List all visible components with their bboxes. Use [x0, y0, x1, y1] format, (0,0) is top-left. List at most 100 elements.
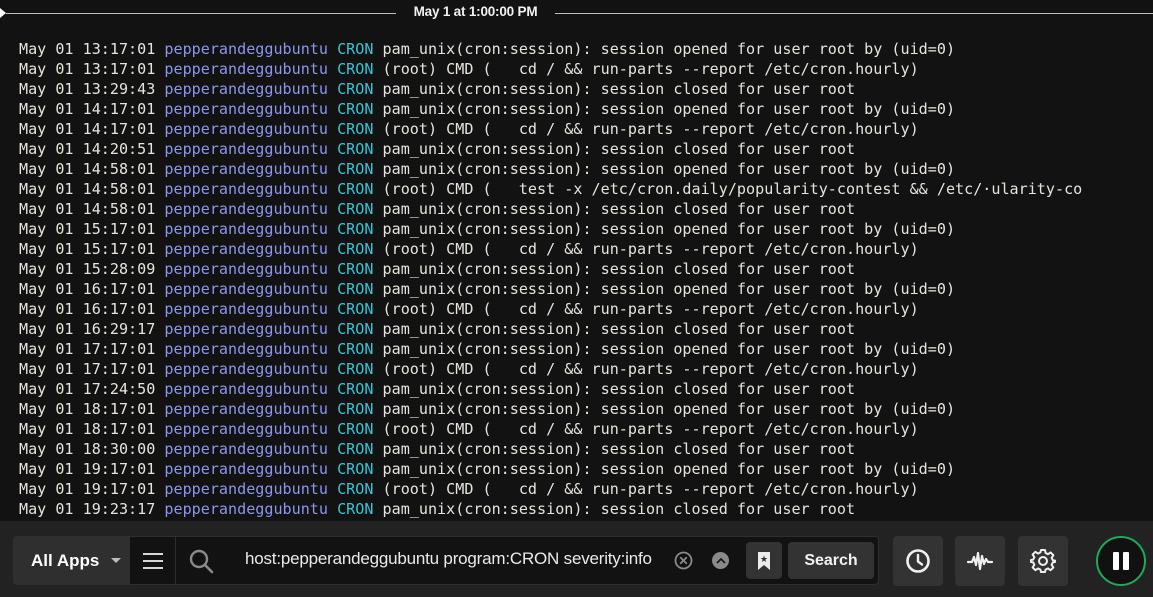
log-row[interactable]: May 01 18:30:00 pepperandeggubuntu CRON …: [19, 439, 1153, 459]
log-program[interactable]: CRON: [337, 500, 373, 518]
log-row[interactable]: May 01 14:58:01 pepperandeggubuntu CRON …: [19, 179, 1153, 199]
settings-button[interactable]: [1018, 536, 1068, 586]
log-row[interactable]: May 01 14:17:01 pepperandeggubuntu CRON …: [19, 99, 1153, 119]
log-row[interactable]: May 01 14:58:01 pepperandeggubuntu CRON …: [19, 199, 1153, 219]
log-program[interactable]: CRON: [337, 180, 373, 198]
log-host[interactable]: pepperandeggubuntu: [164, 300, 328, 318]
log-host[interactable]: pepperandeggubuntu: [164, 360, 328, 378]
log-row[interactable]: May 01 17:24:50 pepperandeggubuntu CRON …: [19, 379, 1153, 399]
chevron-up-circle-icon[interactable]: [712, 552, 729, 569]
log-row[interactable]: May 01 15:17:01 pepperandeggubuntu CRON …: [19, 219, 1153, 239]
log-row[interactable]: May 01 14:17:01 pepperandeggubuntu CRON …: [19, 119, 1153, 139]
log-row[interactable]: May 01 17:17:01 pepperandeggubuntu CRON …: [19, 359, 1153, 379]
log-row[interactable]: May 01 13:17:01 pepperandeggubuntu CRON …: [19, 59, 1153, 79]
log-program[interactable]: CRON: [337, 260, 373, 278]
log-host[interactable]: pepperandeggubuntu: [164, 200, 328, 218]
log-host[interactable]: pepperandeggubuntu: [164, 220, 328, 238]
log-row[interactable]: May 01 18:17:01 pepperandeggubuntu CRON …: [19, 419, 1153, 439]
log-row[interactable]: May 01 19:17:01 pepperandeggubuntu CRON …: [19, 479, 1153, 499]
log-program[interactable]: CRON: [337, 220, 373, 238]
log-host[interactable]: pepperandeggubuntu: [164, 240, 328, 258]
log-host[interactable]: pepperandeggubuntu: [164, 80, 328, 98]
time-button[interactable]: [893, 536, 943, 586]
log-row[interactable]: May 01 18:17:01 pepperandeggubuntu CRON …: [19, 399, 1153, 419]
log-host[interactable]: pepperandeggubuntu: [164, 120, 328, 138]
log-row[interactable]: May 01 19:23:17 pepperandeggubuntu CRON …: [19, 499, 1153, 519]
log-host[interactable]: pepperandeggubuntu: [164, 480, 328, 498]
log-program[interactable]: CRON: [337, 160, 373, 178]
log-host[interactable]: pepperandeggubuntu: [164, 140, 328, 158]
log-timestamp: May 01 18:30:00: [19, 440, 156, 458]
log-message: pam_unix(cron:session): session opened f…: [382, 40, 956, 58]
menu-button[interactable]: [130, 537, 176, 584]
log-timestamp: May 01 16:29:17: [19, 320, 156, 338]
log-program[interactable]: CRON: [337, 100, 373, 118]
log-host[interactable]: pepperandeggubuntu: [164, 320, 328, 338]
log-row[interactable]: May 01 16:29:17 pepperandeggubuntu CRON …: [19, 319, 1153, 339]
timeline-divider: [6, 13, 396, 14]
log-program[interactable]: CRON: [337, 480, 373, 498]
log-message: pam_unix(cron:session): session closed f…: [382, 200, 856, 218]
log-row[interactable]: May 01 15:28:09 pepperandeggubuntu CRON …: [19, 259, 1153, 279]
search-input[interactable]: host:pepperandeggubuntu program:CRON sev…: [245, 549, 652, 569]
log-row[interactable]: May 01 14:20:51 pepperandeggubuntu CRON …: [19, 139, 1153, 159]
log-host[interactable]: pepperandeggubuntu: [164, 100, 328, 118]
log-message: pam_unix(cron:session): session closed f…: [382, 260, 856, 278]
log-program[interactable]: CRON: [337, 300, 373, 318]
log-program[interactable]: CRON: [337, 380, 373, 398]
log-program[interactable]: CRON: [337, 420, 373, 438]
log-row[interactable]: May 01 15:17:01 pepperandeggubuntu CRON …: [19, 239, 1153, 259]
apps-dropdown[interactable]: All Apps: [13, 536, 129, 585]
clock-icon: [906, 549, 930, 573]
log-host[interactable]: pepperandeggubuntu: [164, 380, 328, 398]
log-host[interactable]: pepperandeggubuntu: [164, 280, 328, 298]
search-button[interactable]: Search: [788, 542, 874, 579]
log-program[interactable]: CRON: [337, 320, 373, 338]
log-row[interactable]: May 01 13:17:01 pepperandeggubuntu CRON …: [19, 39, 1153, 59]
log-host[interactable]: pepperandeggubuntu: [164, 260, 328, 278]
log-host[interactable]: pepperandeggubuntu: [164, 160, 328, 178]
log-row[interactable]: May 01 16:17:01 pepperandeggubuntu CRON …: [19, 279, 1153, 299]
graph-button[interactable]: [955, 536, 1005, 586]
log-host[interactable]: pepperandeggubuntu: [164, 500, 328, 518]
log-message: pam_unix(cron:session): session opened f…: [382, 280, 956, 298]
log-row[interactable]: May 01 19:17:01 pepperandeggubuntu CRON …: [19, 459, 1153, 479]
log-host[interactable]: pepperandeggubuntu: [164, 400, 328, 418]
log-timestamp: May 01 15:17:01: [19, 220, 156, 238]
log-program[interactable]: CRON: [337, 120, 373, 138]
log-host[interactable]: pepperandeggubuntu: [164, 460, 328, 478]
log-timestamp: May 01 14:17:01: [19, 100, 156, 118]
log-message: (root) CMD ( cd / && run-parts --report …: [382, 240, 919, 258]
log-row[interactable]: May 01 14:58:01 pepperandeggubuntu CRON …: [19, 159, 1153, 179]
log-timestamp: May 01 17:17:01: [19, 340, 156, 358]
search-icon: [189, 549, 214, 574]
log-row[interactable]: May 01 17:17:01 pepperandeggubuntu CRON …: [19, 339, 1153, 359]
log-timestamp: May 01 15:28:09: [19, 260, 156, 278]
log-program[interactable]: CRON: [337, 460, 373, 478]
log-program[interactable]: CRON: [337, 440, 373, 458]
pause-live-button[interactable]: [1096, 536, 1146, 586]
log-program[interactable]: CRON: [337, 140, 373, 158]
log-program[interactable]: CRON: [337, 40, 373, 58]
log-program[interactable]: CRON: [337, 80, 373, 98]
log-host[interactable]: pepperandeggubuntu: [164, 180, 328, 198]
log-program[interactable]: CRON: [337, 240, 373, 258]
log-host[interactable]: pepperandeggubuntu: [164, 40, 328, 58]
log-program[interactable]: CRON: [337, 60, 373, 78]
log-host[interactable]: pepperandeggubuntu: [164, 60, 328, 78]
log-program[interactable]: CRON: [337, 280, 373, 298]
log-row[interactable]: May 01 13:29:43 pepperandeggubuntu CRON …: [19, 79, 1153, 99]
log-viewer[interactable]: May 01 13:17:01 pepperandeggubuntu CRON …: [19, 39, 1153, 521]
log-program[interactable]: CRON: [337, 400, 373, 418]
log-program[interactable]: CRON: [337, 340, 373, 358]
clear-circle-x-icon[interactable]: [674, 551, 693, 570]
log-message: pam_unix(cron:session): session opened f…: [382, 100, 956, 118]
log-host[interactable]: pepperandeggubuntu: [164, 440, 328, 458]
log-timestamp: May 01 14:58:01: [19, 200, 156, 218]
log-host[interactable]: pepperandeggubuntu: [164, 340, 328, 358]
log-program[interactable]: CRON: [337, 200, 373, 218]
bookmark-button[interactable]: [746, 542, 782, 579]
log-program[interactable]: CRON: [337, 360, 373, 378]
log-row[interactable]: May 01 16:17:01 pepperandeggubuntu CRON …: [19, 299, 1153, 319]
log-host[interactable]: pepperandeggubuntu: [164, 420, 328, 438]
